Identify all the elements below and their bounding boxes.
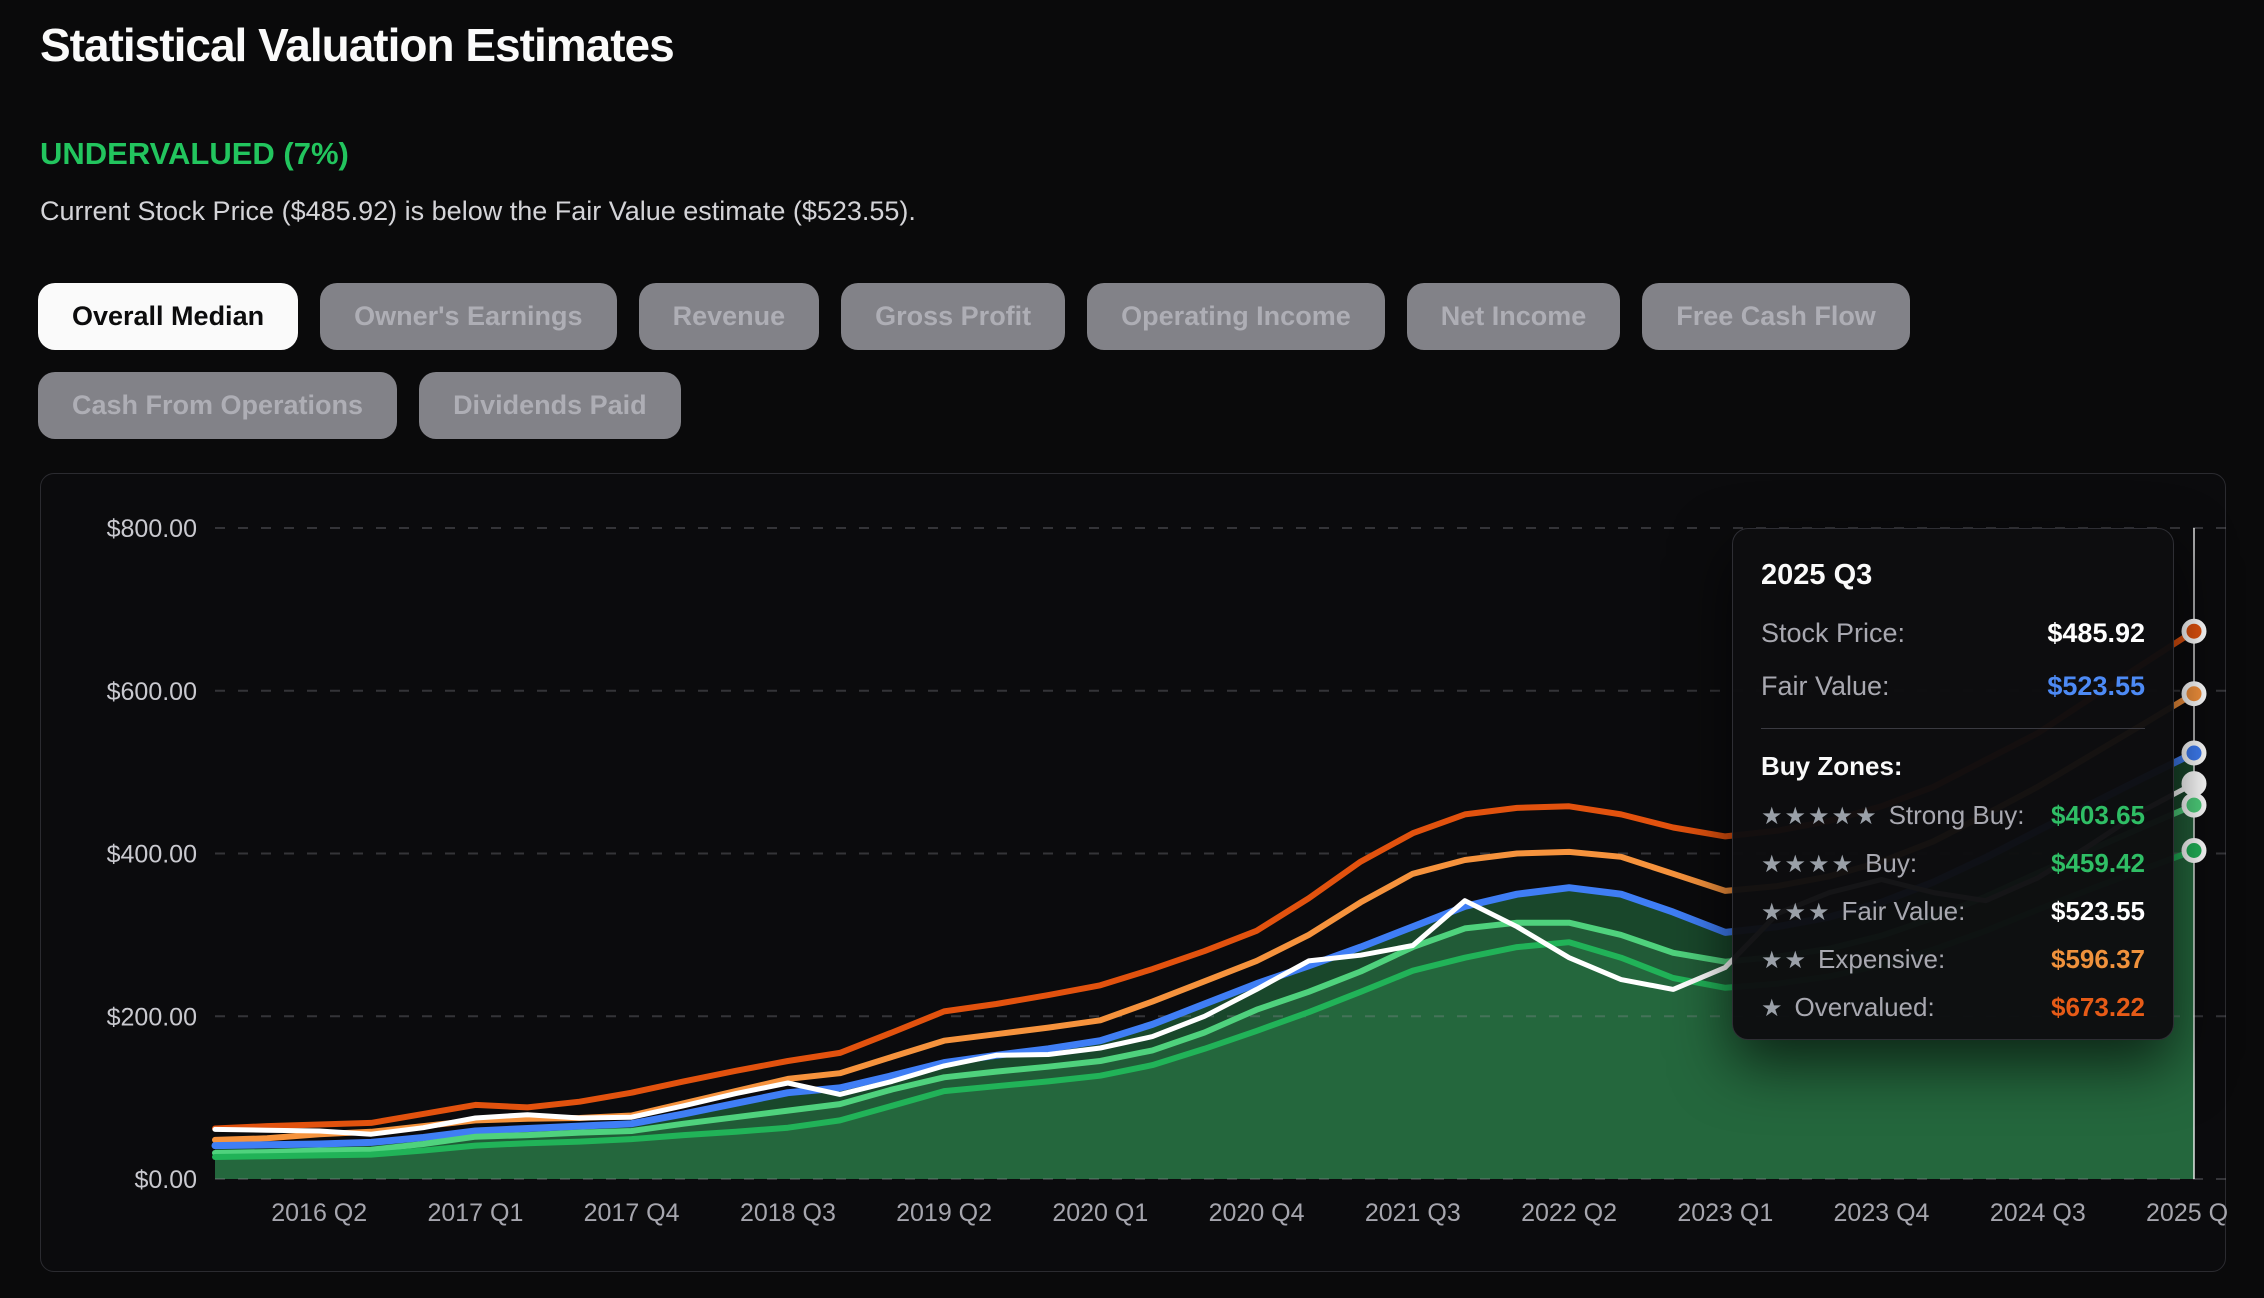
tab-overall-median[interactable]: Overall Median	[38, 283, 298, 350]
x-axis-tick-label: 2019 Q2	[896, 1199, 992, 1227]
zone-value: $673.22	[2051, 992, 2145, 1023]
tab-free-cash-flow[interactable]: Free Cash Flow	[1642, 283, 1910, 350]
tooltip-title: 2025 Q3	[1761, 559, 2145, 592]
x-axis-tick-label: 2020 Q4	[1209, 1199, 1305, 1227]
y-axis-tick-label: $0.00	[134, 1166, 197, 1194]
tab-operating-income[interactable]: Operating Income	[1087, 283, 1385, 350]
endpoint-dot-buy	[2184, 795, 2204, 815]
tab-revenue[interactable]: Revenue	[639, 283, 820, 350]
tooltip-row-label: Fair Value:	[1761, 671, 1890, 702]
zone-value: $459.42	[2051, 848, 2145, 879]
zone-label: Overvalued:	[1795, 992, 1935, 1023]
star-rating-icon: ★★★	[1761, 898, 1832, 927]
tooltip-row-value: $523.55	[2047, 671, 2145, 702]
buy-zone-row: ★★★★ Buy: $459.42	[1761, 848, 2145, 879]
zone-label: Buy:	[1865, 848, 1917, 879]
zone-label: Strong Buy:	[1889, 800, 2025, 831]
zone-value: $596.37	[2051, 944, 2145, 975]
endpoint-dot-expensive	[2184, 684, 2204, 704]
buy-zones-list: ★★★★★Strong Buy:$403.65★★★★Buy:$459.42★★…	[1761, 800, 2145, 1023]
tab-owner-s-earnings[interactable]: Owner's Earnings	[320, 283, 617, 350]
endpoint-dot-strong-buy	[2184, 841, 2204, 861]
endpoint-dot-overvalued	[2184, 621, 2204, 641]
buy-zone-row: ★★★ Fair Value: $523.55	[1761, 896, 2145, 927]
tab-net-income[interactable]: Net Income	[1407, 283, 1621, 350]
buy-zone-row: ★★★★★ Strong Buy: $403.65	[1761, 800, 2145, 831]
tooltip-rows: Stock Price: $485.92 Fair Value: $523.55	[1761, 618, 2145, 702]
x-axis-tick-label: 2025 Q3	[2146, 1199, 2227, 1227]
buy-zones-heading: Buy Zones:	[1761, 751, 2145, 782]
tooltip-row-value: $485.92	[2047, 618, 2145, 649]
tooltip-row-label: Stock Price:	[1761, 618, 1905, 649]
valuation-description: Current Stock Price ($485.92) is below t…	[40, 196, 916, 227]
endpoint-dot-fair-value	[2184, 743, 2204, 763]
x-axis-tick-label: 2022 Q2	[1521, 1199, 1617, 1227]
x-axis-tick-label: 2017 Q4	[584, 1199, 680, 1227]
tooltip-row: Fair Value: $523.55	[1761, 671, 2145, 702]
zone-label: Expensive:	[1818, 944, 1945, 975]
zone-value: $403.65	[2051, 800, 2145, 831]
buy-zone-row: ★★ Expensive: $596.37	[1761, 944, 2145, 975]
x-axis-tick-label: 2023 Q1	[1677, 1199, 1773, 1227]
page-title: Statistical Valuation Estimates	[40, 18, 674, 72]
star-rating-icon: ★★	[1761, 946, 1808, 975]
tooltip-divider	[1761, 728, 2145, 729]
y-axis-tick-label: $800.00	[107, 515, 197, 543]
tab-gross-profit[interactable]: Gross Profit	[841, 283, 1065, 350]
x-axis-tick-label: 2020 Q1	[1052, 1199, 1148, 1227]
y-axis-tick-label: $600.00	[107, 678, 197, 706]
x-axis-tick-label: 2018 Q3	[740, 1199, 836, 1227]
x-axis-tick-label: 2023 Q4	[1834, 1199, 1930, 1227]
page: Statistical Valuation Estimates UNDERVAL…	[0, 0, 2264, 1298]
buy-zone-row: ★ Overvalued: $673.22	[1761, 992, 2145, 1023]
star-rating-icon: ★★★★	[1761, 850, 1855, 879]
tooltip-row: Stock Price: $485.92	[1761, 618, 2145, 649]
metric-tabs: Overall Median Owner's Earnings Revenue Gro…	[38, 283, 2228, 439]
zone-label: Fair Value:	[1842, 896, 1966, 927]
y-axis-tick-label: $200.00	[107, 1003, 197, 1031]
star-rating-icon: ★★★★★	[1761, 802, 1879, 831]
zone-value: $523.55	[2051, 896, 2145, 927]
tab-dividends-paid[interactable]: Dividends Paid	[419, 372, 681, 439]
tab-cash-from-operations[interactable]: Cash From Operations	[38, 372, 397, 439]
endpoint-dot-stock-price	[2184, 774, 2204, 794]
valuation-status: UNDERVALUED (7%)	[40, 136, 349, 172]
x-axis-tick-label: 2024 Q3	[1990, 1199, 2086, 1227]
star-rating-icon: ★	[1761, 994, 1785, 1023]
y-axis-tick-label: $400.00	[107, 841, 197, 869]
chart-tooltip: 2025 Q3 Stock Price: $485.92 Fair Value: $5…	[1732, 528, 2174, 1040]
x-axis-tick-label: 2016 Q2	[271, 1199, 367, 1227]
x-axis-tick-label: 2021 Q3	[1365, 1199, 1461, 1227]
x-axis-tick-label: 2017 Q1	[427, 1199, 523, 1227]
